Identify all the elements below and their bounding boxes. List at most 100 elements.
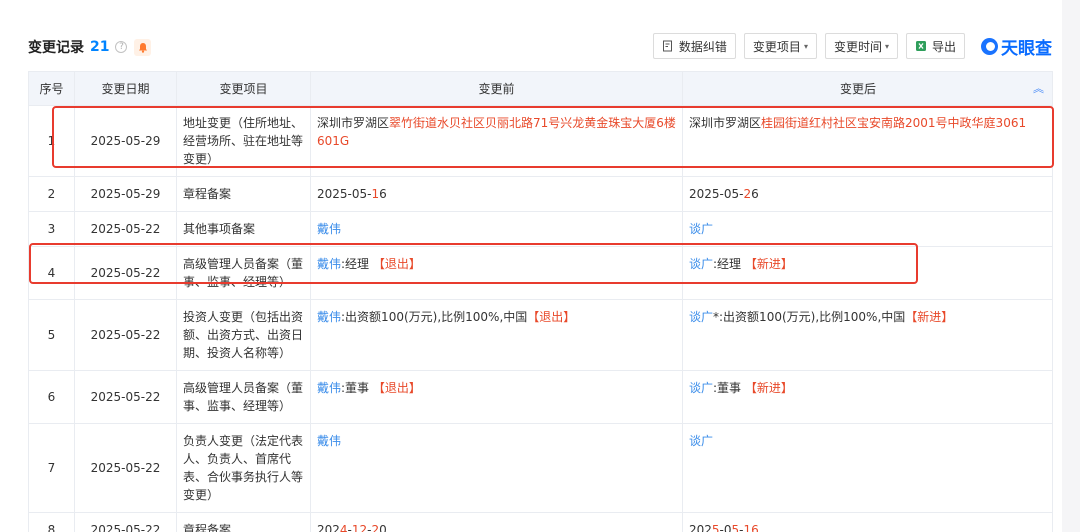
change-item-label: 变更项目 [752,39,801,54]
cell-index: 8 [28,512,75,532]
change-text: -0 [719,523,732,532]
data-correction-label: 数据纠错 [678,39,727,54]
cell-before: 戴伟:董事 【退出】 [310,370,683,424]
change-text: 2 [371,523,380,532]
logo-text: 天眼查 [1001,38,1052,59]
collapse-up-icon[interactable]: ︽ [1033,80,1044,96]
change-text: 4 [339,523,348,532]
cell-before: 戴伟:经理 【退出】 [310,246,683,300]
section-header: 变更记录 21 ? 数据纠错 变更项目 ▾ 变更时间 ▾ 导出 天眼查 [28,30,1052,64]
cell-index: 2 [28,176,75,212]
change-text: 5 [711,523,720,532]
person-link[interactable]: 戴伟 [317,381,341,395]
person-link[interactable]: 戴伟 [317,434,341,448]
change-text: :董事 [713,381,745,395]
section-title: 变更记录 21 ? [28,37,152,57]
cell-index: 6 [28,370,75,424]
tianyancha-logo: 天眼查 [981,34,1052,59]
change-text: 6 [751,187,759,201]
cell-date: 2025-05-29 [74,176,177,212]
change-text: 5 [731,523,740,532]
person-link[interactable]: 戴伟 [317,310,341,324]
cell-after: 谈广 [682,211,1053,247]
cell-date: 2025-05-29 [74,105,177,177]
change-text: 【退出】 [527,310,576,324]
title-text: 变更记录 [28,40,84,56]
table-row: 2 2025-05-29 章程备案 2025-05-16 2025-05-26 [28,176,1053,212]
change-text: 2025-05- [317,187,372,201]
cell-before: 2024-12-20 [310,512,683,532]
cell-date: 2025-05-22 [74,299,177,371]
change-text: 【新进】 [905,310,954,324]
change-text: *:出资额100(万元),比例100%,中国 [713,310,906,324]
cell-after: 2025-05-16 [682,512,1053,532]
toolbar: 数据纠错 变更项目 ▾ 变更时间 ▾ 导出 天眼查 [645,33,1052,59]
table-row: 8 2025-05-22 章程备案 2024-12-20 2025-05-16 [28,512,1053,532]
person-link[interactable]: 谈广 [689,257,713,271]
table-row: 6 2025-05-22 高级管理人员备案（董事、监事、经理等） 戴伟:董事 【退出】… [28,370,1053,424]
cell-date: 2025-05-22 [74,211,177,247]
change-text: 12 [351,523,368,532]
person-link[interactable]: 谈广 [689,434,713,448]
record-count: 21 [90,39,110,55]
cell-date: 2025-05-22 [74,423,177,513]
change-text: 0 [379,523,387,532]
cell-date: 2025-05-22 [74,370,177,424]
change-text: 2025-05- [689,187,744,201]
change-text: 【新进】 [744,257,793,271]
change-text: 桂园街道红村社区宝安南路2001号中政华庭3061 [761,116,1027,130]
cell-index: 4 [28,246,75,300]
bell-icon[interactable] [134,38,152,56]
cell-before: 戴伟 [310,211,683,247]
table-row: 7 2025-05-22 负责人变更（法定代表人、负责人、首席代表、合伙事务执行人等… [28,423,1053,513]
cell-before: 戴伟:出资额100(万元),比例100%,中国【退出】 [310,299,683,371]
export-label: 导出 [931,39,956,54]
cell-item: 地址变更（住所地址、经营场所、驻在地址等变更） [176,105,311,177]
cell-before: 深圳市罗湖区翠竹街道水贝社区贝丽北路71号兴龙黄金珠宝大厦6楼601G [310,105,683,177]
person-link[interactable]: 谈广 [689,310,713,324]
change-text: 202 [317,523,340,532]
cell-date: 2025-05-22 [74,246,177,300]
cell-item: 其他事项备案 [176,211,311,247]
edit-doc-icon [662,40,672,52]
change-text: 16 [743,523,759,532]
change-item-dropdown[interactable]: 变更项目 ▾ [743,33,817,59]
cell-item: 高级管理人员备案（董事、监事、经理等） [176,370,311,424]
change-text: :董事 [341,381,373,395]
cell-item: 投资人变更（包括出资额、出资方式、出资日期、投资人名称等） [176,299,311,371]
cell-index: 7 [28,423,75,513]
question-circle-icon[interactable]: ? [115,41,128,53]
cell-item: 章程备案 [176,176,311,212]
table-row: 4 2025-05-22 高级管理人员备案（董事、监事、经理等） 戴伟:经理 【退出】… [28,246,1053,300]
change-text: 1 [371,187,380,201]
person-link[interactable]: 戴伟 [317,222,341,236]
table-row: 3 2025-05-22 其他事项备案 戴伟 谈广 [28,211,1053,247]
cell-date: 2025-05-22 [74,512,177,532]
cell-item: 负责人变更（法定代表人、负责人、首席代表、合伙事务执行人等变更） [176,423,311,513]
cell-before: 2025-05-16 [310,176,683,212]
change-records-table: 序号 变更日期 变更项目 变更前 变更后 ︽ 1 2025-05-29 地址变更（住所… [28,71,1053,532]
cell-index: 1 [28,105,75,177]
table-row: 5 2025-05-22 投资人变更（包括出资额、出资方式、出资日期、投资人名称等）… [28,299,1053,371]
change-time-dropdown[interactable]: 变更时间 ▾ [824,33,898,59]
table-header-row: 序号 变更日期 变更项目 变更前 变更后 ︽ [28,71,1053,106]
cell-after: 谈广 [682,423,1053,513]
col-before: 变更前 [310,71,683,106]
logo-mark-icon [981,37,998,55]
data-correction-button[interactable]: 数据纠错 [652,33,736,59]
person-link[interactable]: 戴伟 [317,257,341,271]
cell-after: 谈广:经理 【新进】 [682,246,1053,300]
col-index: 序号 [28,71,75,106]
change-text: 深圳市罗湖区 [317,116,390,130]
change-text: :经理 [713,257,745,271]
person-link[interactable]: 谈广 [689,381,713,395]
export-button[interactable]: 导出 [905,33,965,59]
change-text: 深圳市罗湖区 [689,116,762,130]
change-text: 【退出】 [372,257,421,271]
col-date: 变更日期 [74,71,177,106]
col-after-label: 变更后 [839,82,876,96]
person-link[interactable]: 谈广 [689,222,713,236]
change-text: 202 [689,523,712,532]
change-text: 2 [743,187,752,201]
change-text: 【退出】 [372,381,421,395]
